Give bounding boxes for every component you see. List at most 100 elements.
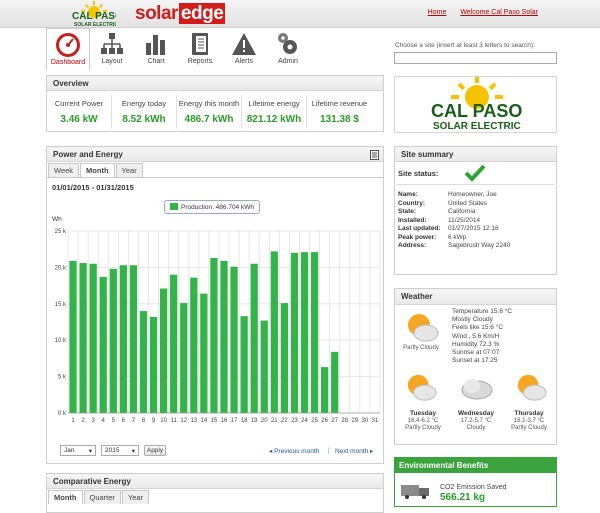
chart-bar[interactable] xyxy=(109,268,117,413)
weather-details: Temperature 15.6 °C Mostly Cloudy Feels li… xyxy=(452,308,513,365)
chart-bar[interactable] xyxy=(300,252,309,413)
chart-bar[interactable] xyxy=(310,252,319,413)
chart-bar[interactable] xyxy=(170,274,178,413)
x-tick-label: 14 xyxy=(201,418,208,424)
nav-layout[interactable]: Layout xyxy=(90,28,134,70)
chart-bar[interactable] xyxy=(79,263,87,413)
chart-bar[interactable] xyxy=(69,260,77,413)
nav-alerts[interactable]: Alerts xyxy=(222,28,266,70)
export-icon[interactable] xyxy=(370,150,379,160)
x-tick-label: 24 xyxy=(301,418,308,424)
previous-month-link[interactable]: ◂ Previous month xyxy=(269,447,319,455)
site-search-input[interactable] xyxy=(394,52,557,64)
overview-title: Overview xyxy=(47,76,383,91)
svg-text:SOLAR ELECTRIC: SOLAR ELECTRIC xyxy=(433,121,521,132)
chart-bar[interactable] xyxy=(99,276,107,413)
x-tick-label: 2 xyxy=(81,418,85,424)
next-month-link[interactable]: Next month ▸ xyxy=(335,447,373,455)
chart-bar[interactable] xyxy=(129,265,138,413)
solaredge-brand: solar edge xyxy=(135,3,226,24)
x-tick-label: 31 xyxy=(372,418,379,424)
x-tick-label: 20 xyxy=(261,418,268,424)
x-tick-label: 10 xyxy=(160,418,167,424)
chart-bar[interactable] xyxy=(331,351,339,413)
period-tabs: Week Month Year xyxy=(48,163,144,177)
x-tick-label: 30 xyxy=(362,418,369,424)
gauge-icon xyxy=(56,33,80,57)
summary-row: State: California xyxy=(398,208,476,215)
chart-bar[interactable] xyxy=(240,316,248,413)
y-tick-label: 20 k xyxy=(55,265,67,271)
cal-paso-logo[interactable]: CAL PASO SOLAR ELECTRIC xyxy=(70,1,123,28)
chart-bar[interactable] xyxy=(139,311,148,413)
x-tick-label: 1 xyxy=(71,418,75,424)
chart-bar[interactable] xyxy=(180,303,188,413)
chart-bar[interactable] xyxy=(159,288,168,413)
company-logo-large: CAL PASO SOLAR ELECTRIC xyxy=(394,76,557,133)
tab-week[interactable]: Week xyxy=(48,163,80,177)
chart-bar[interactable] xyxy=(220,260,228,413)
y-tick-label: 0 k xyxy=(58,411,67,417)
x-tick-label: 18 xyxy=(241,418,248,424)
svg-text:CAL PASO: CAL PASO xyxy=(431,101,522,121)
legend-swatch xyxy=(170,203,178,210)
chart-bar[interactable] xyxy=(149,316,158,413)
chart-bar[interactable] xyxy=(250,263,258,413)
svg-text:CAL PASO: CAL PASO xyxy=(72,11,116,22)
home-link[interactable]: Home xyxy=(428,9,447,16)
overview-cell: Lifetime revenue 131.38 $ xyxy=(311,99,368,125)
x-tick-label: 26 xyxy=(321,418,328,424)
apply-button[interactable]: Apply xyxy=(144,445,166,456)
site-summary-title: Site summary xyxy=(395,147,556,162)
chart-bar[interactable] xyxy=(200,293,208,413)
chart-bar[interactable] xyxy=(290,252,299,413)
chart-bar[interactable] xyxy=(270,251,278,413)
chart-bar[interactable] xyxy=(260,320,268,413)
chart-bar[interactable] xyxy=(210,257,218,413)
x-tick-label: 29 xyxy=(351,418,358,424)
tab-month[interactable]: Month xyxy=(48,490,83,504)
chart-bar[interactable] xyxy=(230,266,238,413)
power-energy-title: Power and Energy xyxy=(47,147,383,162)
y-tick-label: 25 k xyxy=(55,229,67,235)
truck-icon xyxy=(401,485,429,499)
y-tick-label: 15 k xyxy=(55,302,67,308)
site-details: Name: Homeowner, Joe Country: United State… xyxy=(398,191,510,251)
chart-bar[interactable] xyxy=(321,367,329,413)
nav-dashboard[interactable]: Dashboard xyxy=(46,28,90,70)
nav-admin[interactable]: Admin xyxy=(266,28,310,70)
chart-legend: Production: 486.704 kWh xyxy=(164,200,260,214)
tab-year[interactable]: Year xyxy=(115,163,143,177)
nav-chart[interactable]: Chart xyxy=(134,28,178,70)
forecast-day: Tuesday 16.4-6.2 °C Partly Cloudy xyxy=(405,410,441,431)
summary-row: Installed: 11/25/2014 xyxy=(398,216,481,224)
top-links: Home Welcome Cal Paso Solar xyxy=(428,9,538,16)
tab-quarter[interactable]: Quarter xyxy=(83,490,121,504)
x-tick-label: 15 xyxy=(211,418,218,424)
site-search-label: Choose a site (insert at least 3 letters… xyxy=(395,42,535,49)
tab-year[interactable]: Year xyxy=(121,490,150,504)
summary-row: Peak power: 6 kWp xyxy=(398,233,467,241)
year-select[interactable]: 2015 ▾ xyxy=(101,445,139,456)
nav-reports[interactable]: Reports xyxy=(178,28,222,70)
x-tick-label: 21 xyxy=(271,418,278,424)
nav-label: Alerts xyxy=(235,58,253,65)
welcome-link[interactable]: Welcome Cal Paso Solar xyxy=(460,9,538,16)
tab-month[interactable]: Month xyxy=(80,163,115,177)
chart-bar[interactable] xyxy=(89,263,97,413)
co2-value: 566.21 kg xyxy=(440,492,486,503)
x-tick-label: 13 xyxy=(190,418,197,424)
nav-label: Admin xyxy=(278,58,298,65)
environmental-title: Environmental Benefits xyxy=(395,458,556,473)
overview-panel: Overview Current Power 3.46 kW Energy tod… xyxy=(46,75,384,132)
month-select[interactable]: Jan ▾ xyxy=(60,445,96,456)
production-chart: Wh0 k5 k10 k15 k20 k25 k1 2 3 4 5 6 7 8 9 10 11 12 1… xyxy=(52,216,381,424)
y-tick-label: 5 k xyxy=(58,375,67,381)
chart-bar[interactable] xyxy=(280,303,289,413)
x-tick-label: 5 xyxy=(112,418,116,424)
chart-bar[interactable] xyxy=(119,265,127,413)
notebook-icon xyxy=(192,33,208,55)
nav-label: Layout xyxy=(101,58,123,65)
x-tick-label: 22 xyxy=(281,418,288,424)
chart-bar[interactable] xyxy=(190,277,198,413)
